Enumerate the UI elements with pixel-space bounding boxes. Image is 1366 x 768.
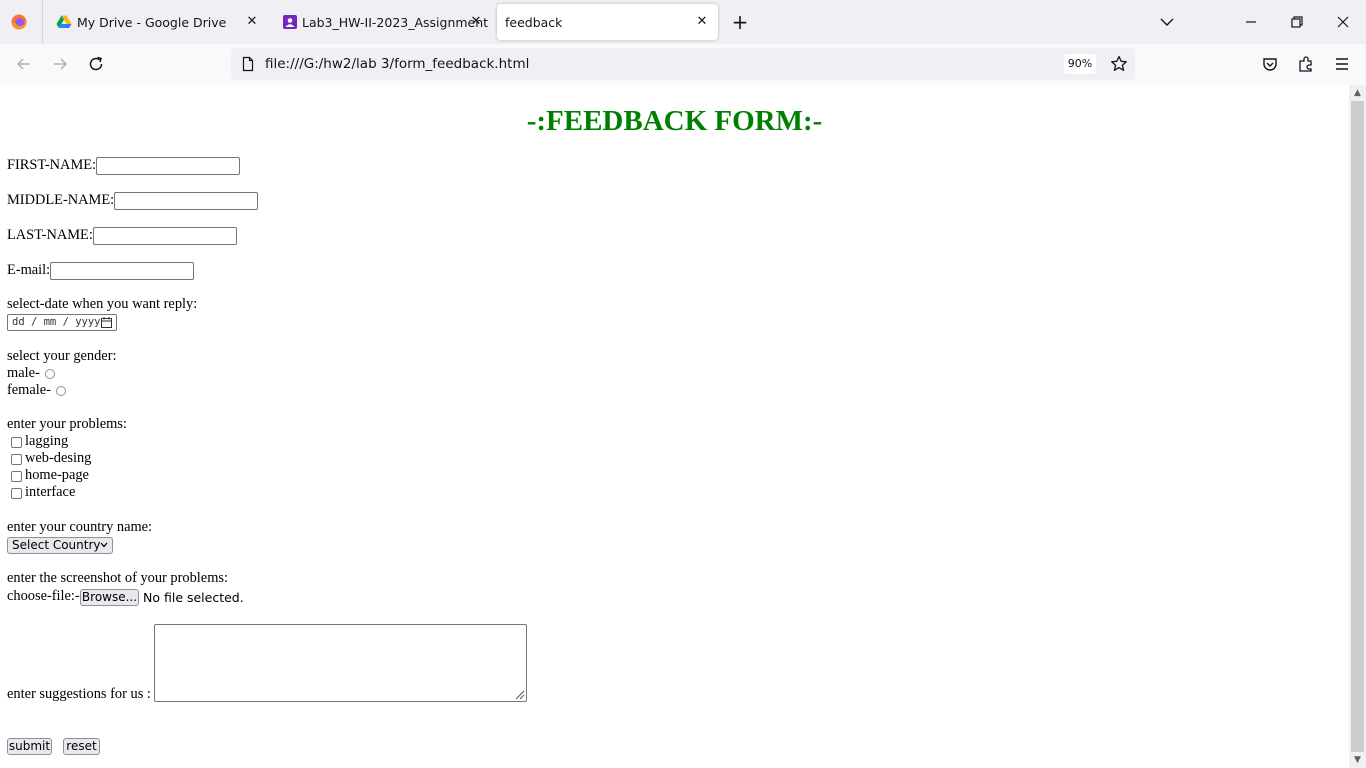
new-tab-icon[interactable]: + bbox=[730, 12, 750, 32]
menu-icon[interactable] bbox=[1332, 54, 1352, 74]
male-radio[interactable] bbox=[45, 369, 55, 379]
minimize-icon[interactable] bbox=[1241, 12, 1261, 32]
reload-icon[interactable] bbox=[86, 54, 106, 74]
female-label: female- bbox=[7, 382, 51, 398]
home-page-checkbox[interactable] bbox=[11, 471, 22, 482]
bookmark-star-icon[interactable] bbox=[1109, 54, 1129, 74]
choose-file-label: choose-file:- bbox=[7, 588, 80, 604]
classroom-assignment-icon bbox=[283, 15, 297, 29]
country-label: enter your country name: bbox=[7, 519, 153, 535]
problems-label: enter your problems: bbox=[7, 416, 127, 432]
first-name-label: FIRST-NAME: bbox=[7, 157, 97, 173]
last-name-input[interactable] bbox=[93, 227, 237, 245]
tab-title: Lab3_HW-II-2023_Assignment bbox=[302, 15, 489, 30]
email-input[interactable] bbox=[50, 262, 194, 280]
vertical-scrollbar[interactable]: ▲ ▼ bbox=[1349, 85, 1366, 768]
tab-bar: My Drive - Google Drive ✕ Lab3_HW-II-202… bbox=[0, 0, 1366, 44]
browse-button[interactable]: Browse... bbox=[80, 589, 139, 606]
back-icon[interactable] bbox=[14, 54, 34, 74]
female-radio[interactable] bbox=[56, 386, 66, 396]
page-content: -:FEEDBACK FORM:- FIRST-NAME: MIDDLE-NAM… bbox=[0, 85, 1349, 768]
male-label: male- bbox=[7, 365, 40, 381]
list-all-tabs-icon[interactable] bbox=[1158, 13, 1176, 31]
interface-label: interface bbox=[25, 484, 76, 500]
submit-button[interactable]: submit bbox=[7, 738, 52, 755]
tab-feedback[interactable]: feedback ✕ bbox=[497, 4, 718, 40]
restore-icon[interactable] bbox=[1287, 12, 1307, 32]
extensions-icon[interactable] bbox=[1296, 54, 1316, 74]
close-tab-icon[interactable]: ✕ bbox=[468, 14, 484, 30]
pocket-icon[interactable] bbox=[1260, 54, 1280, 74]
email-label: E-mail: bbox=[7, 262, 51, 278]
tab-google-drive[interactable]: My Drive - Google Drive ✕ bbox=[44, 4, 268, 40]
chevron-down-icon bbox=[100, 542, 108, 548]
forward-icon[interactable] bbox=[50, 54, 70, 74]
suggestions-textarea[interactable] bbox=[154, 624, 527, 702]
url-text[interactable]: file:///G:/hw2/lab 3/form_feedback.html bbox=[265, 56, 529, 72]
page-icon bbox=[242, 56, 254, 72]
tab-title: feedback bbox=[505, 15, 563, 30]
suggestions-label: enter suggestions for us : bbox=[7, 686, 151, 702]
date-placeholder: dd / mm / yyyy bbox=[12, 316, 101, 328]
tab-title: My Drive - Google Drive bbox=[77, 15, 227, 30]
navigation-toolbar: file:///G:/hw2/lab 3/form_feedback.html … bbox=[0, 44, 1366, 86]
close-tab-icon[interactable]: ✕ bbox=[244, 14, 260, 30]
lagging-label: lagging bbox=[25, 433, 69, 449]
middle-name-label: MIDDLE-NAME: bbox=[7, 192, 115, 208]
calendar-icon[interactable] bbox=[101, 317, 112, 328]
form-heading: -:FEEDBACK FORM:- bbox=[526, 105, 823, 137]
home-page-label: home-page bbox=[25, 467, 89, 483]
first-name-input[interactable] bbox=[96, 157, 240, 175]
country-select[interactable]: Select Country bbox=[7, 537, 113, 554]
web-desing-checkbox[interactable] bbox=[11, 454, 22, 465]
zoom-level[interactable]: 90% bbox=[1064, 54, 1096, 74]
interface-checkbox[interactable] bbox=[11, 488, 22, 499]
close-window-icon[interactable] bbox=[1333, 12, 1353, 32]
date-label: select-date when you want reply: bbox=[7, 296, 198, 312]
lagging-checkbox[interactable] bbox=[11, 437, 22, 448]
tab-separator bbox=[42, 0, 43, 44]
firefox-icon[interactable] bbox=[11, 14, 27, 30]
address-bar[interactable]: file:///G:/hw2/lab 3/form_feedback.html … bbox=[231, 48, 1135, 80]
country-selected-value: Select Country bbox=[12, 538, 101, 552]
no-file-status: No file selected. bbox=[143, 590, 244, 605]
last-name-label: LAST-NAME: bbox=[7, 227, 93, 243]
reset-button[interactable]: reset bbox=[63, 738, 100, 755]
scroll-up-arrow[interactable]: ▲ bbox=[1349, 85, 1366, 101]
screenshot-label: enter the screenshot of your problems: bbox=[7, 570, 228, 586]
resize-grip-icon[interactable] bbox=[513, 688, 525, 700]
google-drive-icon bbox=[56, 15, 72, 28]
tab-lab3-assignment[interactable]: Lab3_HW-II-2023_Assignment ✕ bbox=[270, 4, 494, 40]
middle-name-input[interactable] bbox=[114, 192, 258, 210]
scroll-down-arrow[interactable]: ▼ bbox=[1349, 752, 1366, 768]
gender-label: select your gender: bbox=[7, 348, 117, 364]
reply-date-input[interactable]: dd / mm / yyyy bbox=[7, 314, 117, 331]
scrollbar-thumb[interactable] bbox=[1351, 101, 1364, 752]
web-desing-label: web-desing bbox=[25, 450, 92, 466]
close-tab-icon[interactable]: ✕ bbox=[694, 14, 710, 30]
